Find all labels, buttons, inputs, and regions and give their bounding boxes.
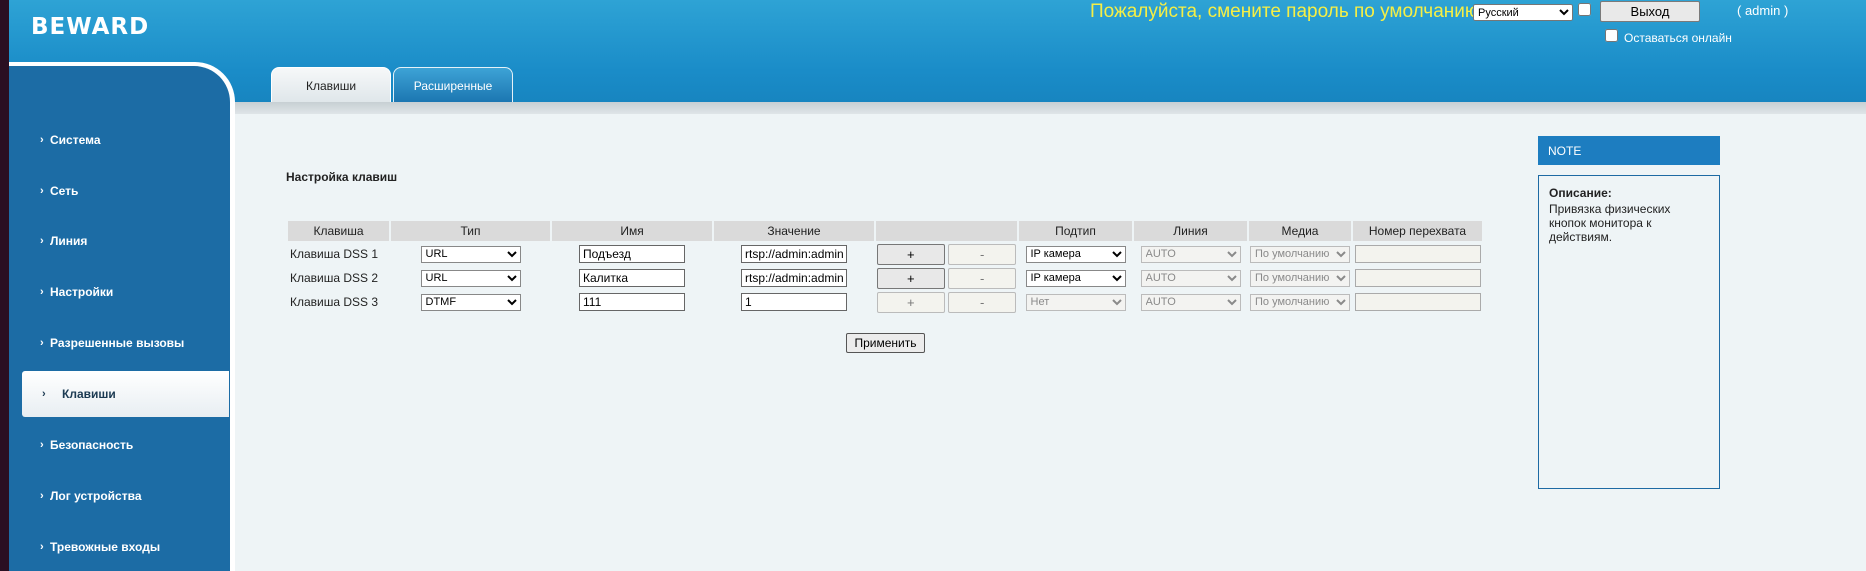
value-input[interactable] <box>741 269 847 287</box>
line-select[interactable]: AUTO <box>1140 269 1241 287</box>
type-select[interactable]: URL <box>420 269 521 287</box>
tab-advanced[interactable]: Расширенные <box>393 67 513 103</box>
chevron-right-icon: › <box>40 439 44 451</box>
note-title: Описание: <box>1549 186 1612 200</box>
chevron-right-icon: › <box>40 490 44 502</box>
sidebar-item-settings[interactable]: › Настройки <box>9 269 230 315</box>
column-header: Подтип <box>1019 221 1132 241</box>
sidebar-item-keys[interactable]: › Клавиши <box>22 371 229 417</box>
chevron-right-icon: › <box>42 388 46 400</box>
tab-keys[interactable]: Клавиши <box>271 67 391 103</box>
password-warning: Пожалуйста, смените пароль по умолчанию <box>1090 1 1480 22</box>
chevron-right-icon: › <box>40 541 44 553</box>
tab-label: Расширенные <box>413 78 493 93</box>
note-text: Привязка физических кнопок монитора к де… <box>1549 202 1671 244</box>
stay-online-label: Оставаться онлайн <box>1624 31 1732 45</box>
stay-online-checkbox[interactable] <box>1605 29 1618 42</box>
sidebar-item-label: Линия <box>50 234 88 248</box>
language-select[interactable]: Русский <box>1473 4 1573 21</box>
media-select[interactable]: По умолчанию <box>1250 293 1350 311</box>
plus-button[interactable]: + <box>876 243 945 265</box>
subtype-select[interactable]: IP камера <box>1025 245 1126 263</box>
name-input[interactable] <box>579 269 685 287</box>
header-strip <box>234 102 1866 114</box>
header-checkbox[interactable] <box>1578 3 1591 16</box>
sidebar-item-label: Настройки <box>50 285 114 299</box>
sidebar-item-network[interactable]: › Сеть <box>9 168 230 214</box>
sidebar-item-security[interactable]: › Безопасность <box>9 422 230 468</box>
sidebar-item-label: Безопасность <box>50 438 134 452</box>
line-select[interactable]: AUTO <box>1140 245 1241 263</box>
section-title: Настройка клавиш <box>286 170 398 184</box>
column-header: Линия <box>1134 221 1247 241</box>
column-header: Имя <box>552 221 712 241</box>
table-row: Клавиша DSS 2 URL + - IP камера AUTO По … <box>288 267 1482 289</box>
intercept-input[interactable] <box>1354 293 1481 311</box>
sidebar-item-device-log[interactable]: › Лог устройства <box>9 473 230 519</box>
key-name: Клавиша DSS 3 <box>290 295 379 309</box>
type-select[interactable]: URL <box>420 245 521 263</box>
value-input[interactable] <box>741 293 847 311</box>
sidebar-item-label: Клавиши <box>62 387 116 401</box>
column-header: Тип <box>391 221 550 241</box>
sidebar-item-label: Система <box>50 133 101 147</box>
beward-logo: BEWARD <box>31 14 150 40</box>
chevron-right-icon: › <box>40 286 44 298</box>
minus-button[interactable]: - <box>948 267 1017 289</box>
minus-button[interactable]: - <box>948 291 1017 313</box>
sidebar-item-label: Разрешенные вызовы <box>50 336 185 350</box>
sidebar-item-alarm-inputs[interactable]: › Тревожные входы <box>9 524 230 570</box>
tab-label: Клавиши <box>305 78 357 93</box>
intercept-input[interactable] <box>1354 269 1481 287</box>
note-header: NOTE <box>1538 136 1720 165</box>
table-header-row: Клавиша Тип Имя Значение Подтип Линия Ме… <box>288 221 1482 241</box>
media-select[interactable]: По умолчанию <box>1250 245 1350 263</box>
key-name: Клавиша DSS 2 <box>290 271 379 285</box>
sidebar-item-allowed-calls[interactable]: › Разрешенные вызовы <box>9 320 230 366</box>
table-row: Клавиша DSS 3 DTMF + - Нет AUTO По умолч… <box>288 291 1482 313</box>
keys-table: Клавиша Тип Имя Значение Подтип Линия Ме… <box>286 219 1484 315</box>
column-header <box>876 221 1017 241</box>
intercept-input[interactable] <box>1354 245 1481 263</box>
name-input[interactable] <box>579 245 685 263</box>
table-row: Клавиша DSS 1 URL + - IP камера AUTO По … <box>288 243 1482 265</box>
subtype-select[interactable]: Нет <box>1025 293 1126 311</box>
sidebar-item-system[interactable]: › Система <box>9 117 230 163</box>
media-select[interactable]: По умолчанию <box>1250 269 1350 287</box>
name-input[interactable] <box>579 293 685 311</box>
minus-button[interactable]: - <box>948 243 1017 265</box>
user-label: ( admin ) <box>1737 3 1789 18</box>
column-header: Медиа <box>1249 221 1351 241</box>
note-box: Описание: Привязка физических кнопок мон… <box>1538 175 1720 489</box>
line-select[interactable]: AUTO <box>1140 293 1241 311</box>
value-input[interactable] <box>741 245 847 263</box>
window-edge <box>0 0 9 571</box>
apply-button[interactable]: Применить <box>846 333 925 353</box>
chevron-right-icon: › <box>40 134 44 146</box>
plus-button[interactable]: + <box>876 267 945 289</box>
type-select[interactable]: DTMF <box>420 293 521 311</box>
chevron-right-icon: › <box>40 235 44 247</box>
subtype-select[interactable]: IP камера <box>1025 269 1126 287</box>
column-header: Значение <box>714 221 874 241</box>
plus-button[interactable]: + <box>876 291 945 313</box>
column-header: Номер перехвата <box>1353 221 1482 241</box>
column-header: Клавиша <box>288 221 389 241</box>
sidebar-item-label: Лог устройства <box>50 489 142 503</box>
sidebar-item-label: Сеть <box>50 184 79 198</box>
logout-button[interactable]: Выход <box>1600 1 1700 22</box>
chevron-right-icon: › <box>40 337 44 349</box>
sidebar-item-label: Тревожные входы <box>50 540 161 554</box>
sidebar-item-line[interactable]: › Линия <box>9 218 230 264</box>
key-name: Клавиша DSS 1 <box>290 247 379 261</box>
chevron-right-icon: › <box>40 185 44 197</box>
